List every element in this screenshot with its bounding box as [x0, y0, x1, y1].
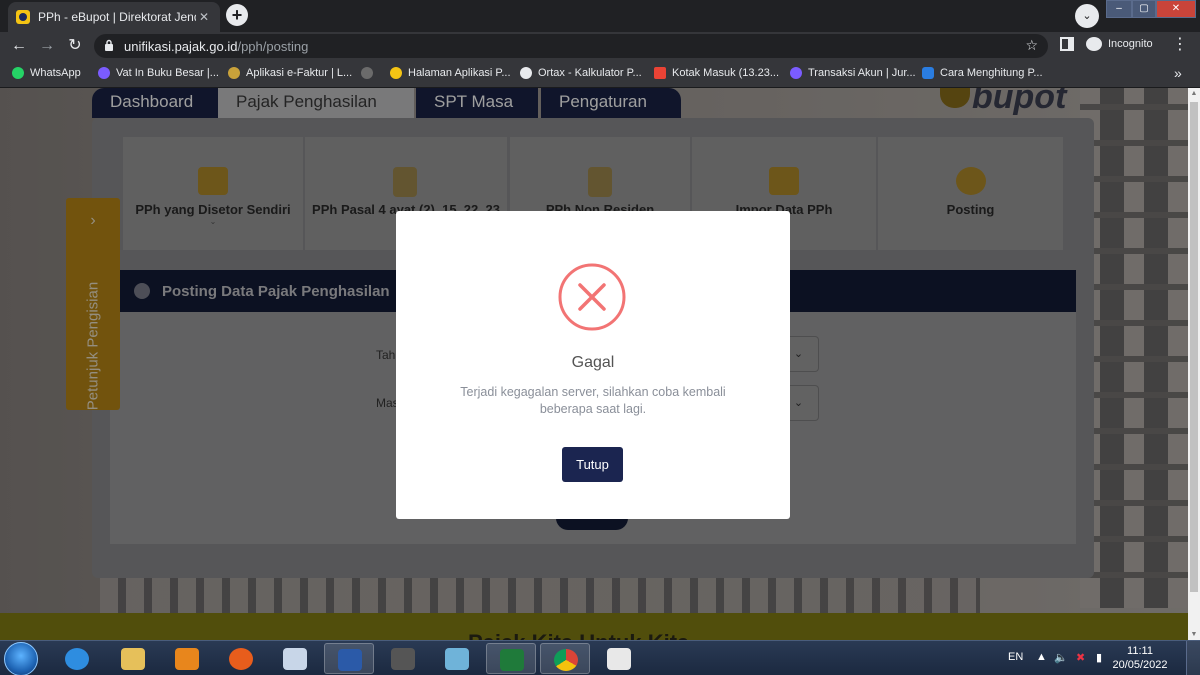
gmail-icon	[654, 67, 666, 79]
globe-icon	[361, 67, 373, 79]
taskbar-app2[interactable]	[378, 643, 428, 674]
url-path: /pph/posting	[237, 38, 309, 54]
bookmark-ortax[interactable]: Ortax - Kalkulator P...	[520, 67, 642, 79]
language-indicator[interactable]: EN	[1008, 651, 1023, 663]
bookmark-label: Vat In Buku Besar |...	[116, 67, 219, 79]
taskbar-word[interactable]	[324, 643, 374, 674]
back-button[interactable]: ←	[8, 35, 30, 57]
bookmark-label: Ortax - Kalkulator P...	[538, 67, 642, 79]
taskbar-excel[interactable]	[486, 643, 536, 674]
bookmarks-more-icon[interactable]: »	[1174, 65, 1182, 81]
clock-date: 20/05/2022	[1112, 659, 1168, 671]
side-panel-icon[interactable]	[1060, 37, 1074, 51]
tab-search-button[interactable]: ⌄	[1075, 4, 1099, 28]
ebupot-favicon-icon	[16, 10, 30, 24]
page-scrollbar[interactable]: ▲ ▼	[1188, 88, 1200, 640]
internet-explorer-icon	[65, 648, 89, 670]
bookmark-star-icon[interactable]: ☆	[1025, 37, 1038, 54]
address-bar[interactable]: unifikasi.pajak.go.id/pph/posting ☆	[94, 34, 1048, 58]
close-dialog-button[interactable]: Tutup	[562, 447, 623, 482]
dialog-message: Terjadi kegagalan server, silahkan coba …	[460, 385, 726, 416]
show-desktop-button[interactable]	[1186, 641, 1200, 675]
bookmark-halaman-aplikasi[interactable]: Halaman Aplikasi P...	[390, 67, 511, 79]
browser-toolbar: ← → ↻ unifikasi.pajak.go.id/pph/posting …	[0, 32, 1200, 60]
taskbar-chrome[interactable]	[540, 643, 590, 674]
url-host: unifikasi.pajak.go.id	[124, 38, 238, 54]
reload-button[interactable]: ↻	[64, 35, 86, 57]
folder-icon	[121, 648, 145, 670]
bookmark-label: Cara Menghitung P...	[940, 67, 1043, 79]
incognito-label: Incognito	[1108, 38, 1153, 50]
taskbar-ie[interactable]	[52, 643, 102, 674]
browser-tab[interactable]: PPh - eBupot | Direktorat Jenderal Pajak…	[8, 2, 220, 32]
error-x-icon	[558, 263, 626, 331]
firefox-icon	[229, 648, 253, 670]
bookmark-label: WhatsApp	[30, 67, 81, 79]
window-maximize-button[interactable]: ▢	[1132, 0, 1156, 18]
bookmark-transaksi-akun[interactable]: Transaksi Akun | Jur...	[790, 67, 916, 79]
show-hidden-icons-icon[interactable]: ▲	[1036, 651, 1047, 663]
bookmark-label: Aplikasi e-Faktur | L...	[246, 67, 353, 79]
taskbar-media[interactable]	[162, 643, 212, 674]
bookmark-cara-menghitung[interactable]: Cara Menghitung P...	[922, 67, 1043, 79]
browser-tab-strip: PPh - eBupot | Direktorat Jenderal Pajak…	[0, 0, 1200, 32]
window-minimize-button[interactable]: –	[1106, 0, 1132, 18]
taskbar-explorer[interactable]	[108, 643, 158, 674]
scroll-up-icon[interactable]: ▲	[1188, 90, 1200, 97]
bookmark-gmail[interactable]: Kotak Masuk (13.23...	[654, 67, 779, 79]
lock-icon[interactable]	[104, 39, 116, 54]
media-player-icon	[175, 648, 199, 670]
dialog-title: Gagal	[571, 354, 615, 371]
network-error-icon[interactable]: ✖	[1076, 651, 1085, 664]
efaktur-icon	[228, 67, 240, 79]
sparkle-icon	[790, 67, 802, 79]
error-dialog: Gagal Terjadi kegagalan server, silahkan…	[396, 211, 790, 519]
bookmark-globe[interactable]	[361, 67, 379, 79]
incognito-icon	[1086, 37, 1102, 51]
sparkle-icon	[98, 67, 110, 79]
taskbar-ebupot[interactable]	[594, 643, 644, 674]
chrome-icon	[554, 649, 578, 671]
forward-button[interactable]: →	[36, 35, 58, 57]
taskbar-app3[interactable]	[432, 643, 482, 674]
clock-time: 11:11	[1127, 645, 1153, 657]
windows-taskbar: EN ▲ 🔈 ✖ ▮ 11:11 20/05/2022	[0, 640, 1200, 675]
document-icon	[445, 648, 469, 670]
notepad-icon	[283, 648, 307, 670]
taskbar-firefox[interactable]	[216, 643, 266, 674]
scanner-icon	[391, 648, 415, 670]
djp-icon	[390, 67, 402, 79]
volume-icon[interactable]: 🔈	[1054, 651, 1068, 664]
bookmark-label: Kotak Masuk (13.23...	[672, 67, 779, 79]
bookmark-vat-buku-besar[interactable]: Vat In Buku Besar |...	[98, 67, 219, 79]
ebupot-app-icon	[607, 648, 631, 670]
new-tab-button[interactable]: +	[226, 4, 248, 26]
bookmark-label: Transaksi Akun | Jur...	[808, 67, 916, 79]
start-button[interactable]	[4, 642, 38, 675]
scroll-down-icon[interactable]: ▼	[1188, 631, 1200, 638]
gear-icon	[922, 67, 934, 79]
scrollbar-thumb[interactable]	[1190, 102, 1198, 592]
incognito-indicator[interactable]: Incognito	[1086, 37, 1153, 51]
system-clock[interactable]: 11:11 20/05/2022	[1110, 644, 1170, 672]
tab-title: PPh - eBupot | Direktorat Jenderal Pajak	[38, 10, 196, 24]
tab-close-icon[interactable]: ✕	[196, 10, 212, 24]
taskbar-app[interactable]	[270, 643, 320, 674]
word-icon	[338, 649, 362, 671]
bookmark-label: Halaman Aplikasi P...	[408, 67, 511, 79]
window-close-button[interactable]: ✕	[1156, 0, 1196, 18]
bookmark-efaktur[interactable]: Aplikasi e-Faktur | L...	[228, 67, 352, 79]
bookmark-whatsapp[interactable]: WhatsApp	[12, 67, 81, 79]
whatsapp-icon	[12, 67, 24, 79]
browser-menu-icon[interactable]: ⋮	[1172, 35, 1188, 55]
signal-icon[interactable]: ▮	[1096, 651, 1102, 664]
bookmarks-bar: WhatsApp Vat In Buku Besar |... Aplikasi…	[0, 60, 1200, 88]
excel-icon	[500, 649, 524, 671]
ortax-icon	[520, 67, 532, 79]
